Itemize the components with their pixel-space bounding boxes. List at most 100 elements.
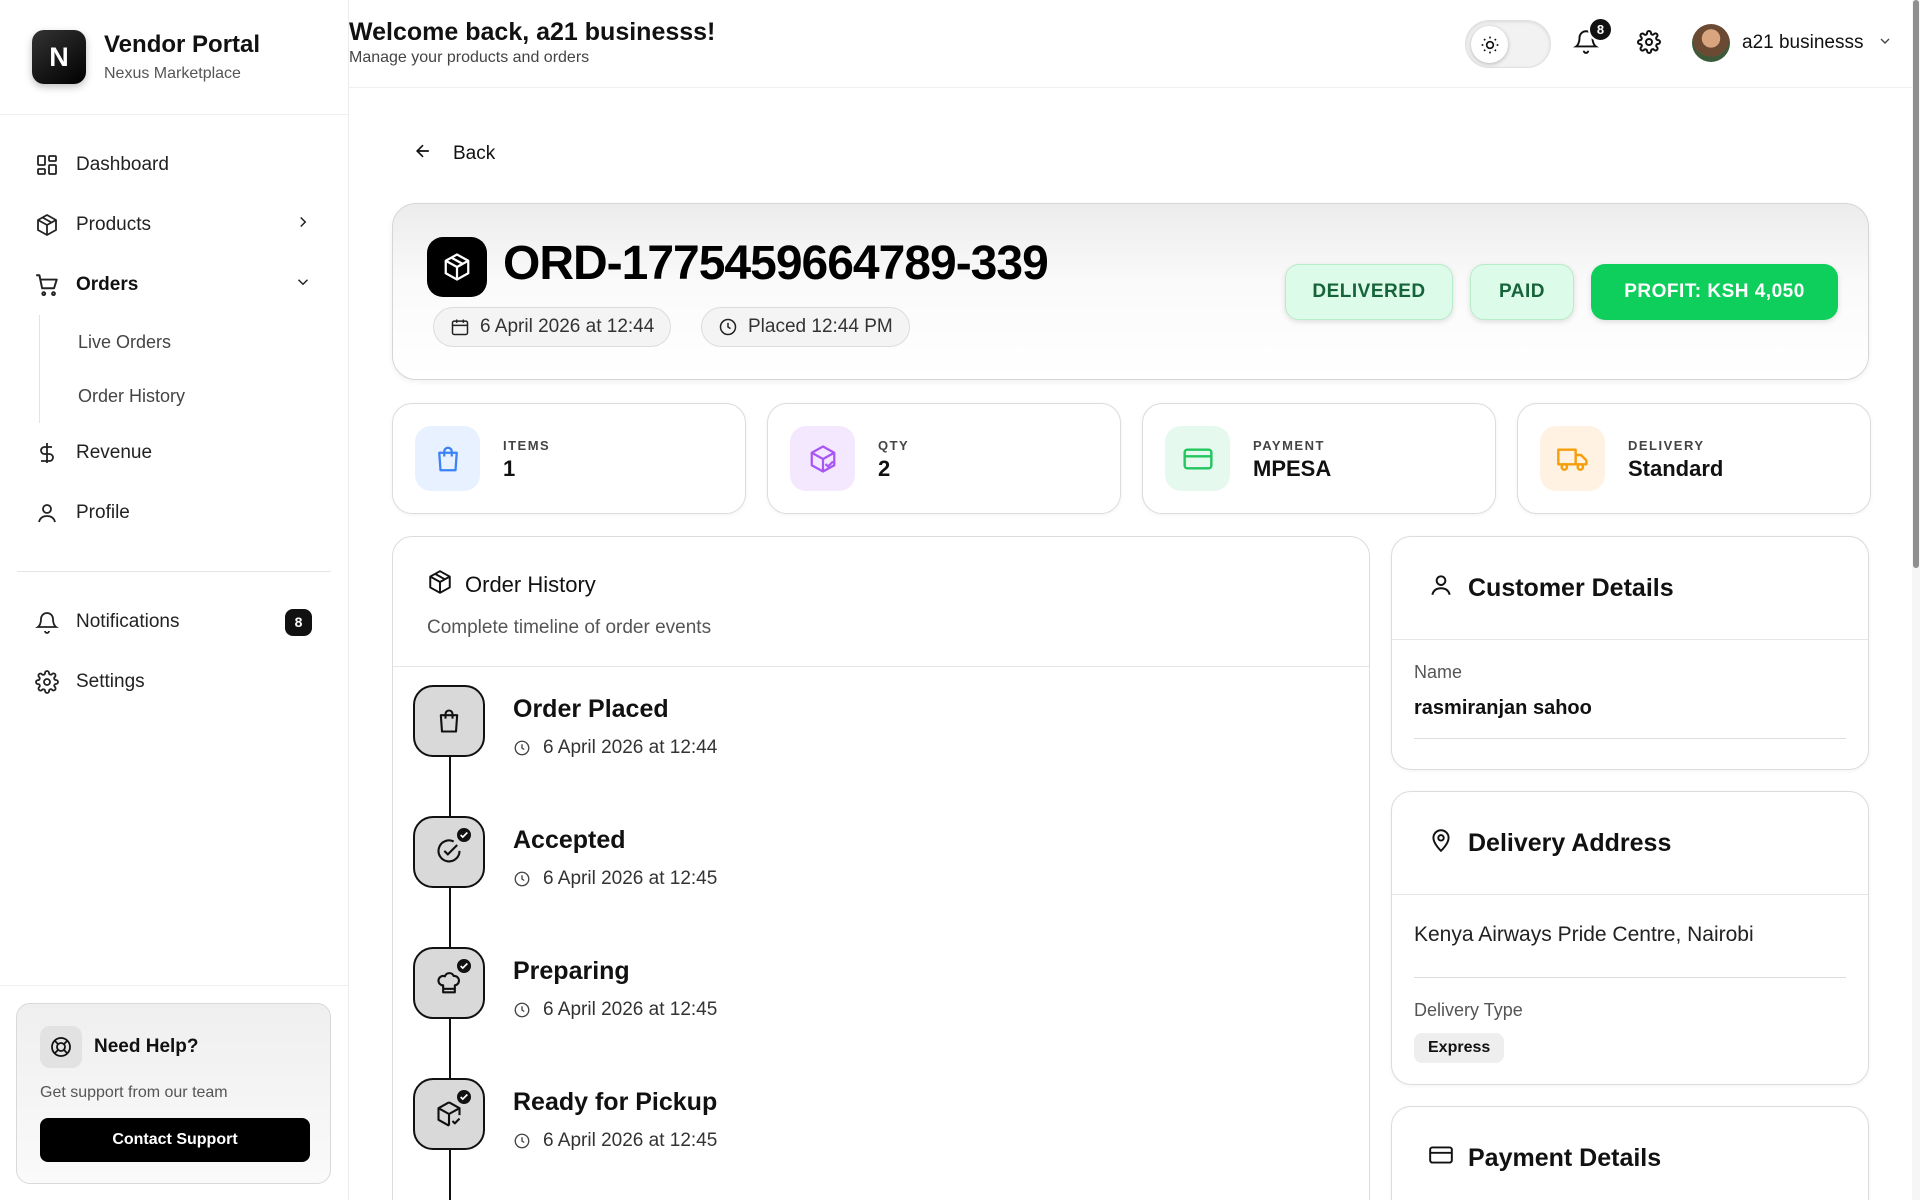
delivery-status-badge: DELIVERED [1285,264,1453,320]
stat-card-items: ITEMS 1 [392,403,746,514]
help-section: Need Help? Get support from our team Con… [0,985,349,1200]
package-check-icon [790,426,855,491]
clock-icon [513,1001,531,1019]
timeline-event: Preparing 6 April 2026 at 12:45 [393,929,1369,1049]
timeline-event-time: 6 April 2026 at 12:45 [543,999,718,1020]
order-id: ORD-1775459664789-339 [503,237,1049,290]
brand[interactable]: N Vendor Portal Nexus Marketplace [0,0,348,115]
help-title: Need Help? [94,1036,199,1057]
sidebar-item-settings[interactable]: Settings [0,652,348,712]
clock-icon [513,870,531,888]
scrollbar[interactable] [1912,0,1920,1200]
stat-value: MPESA [1253,456,1332,481]
chevron-right-icon [294,213,312,237]
sidebar-item-notifications[interactable]: Notifications 8 [0,592,348,652]
sidebar-item-label: Products [76,214,151,235]
map-pin-icon [1428,827,1454,860]
sidebar-subitem-order-history[interactable]: Order History [40,369,348,423]
clock-icon [718,317,738,337]
back-button[interactable]: Back [413,141,495,167]
orders-submenu: Live Orders Order History [39,315,348,423]
customer-details-card: Customer Details Name rasmiranjan sahoo [1391,536,1869,770]
check-icon [455,826,473,844]
bell-icon [34,609,60,635]
gear-icon [34,669,60,695]
user-icon [1428,572,1454,605]
order-placed-chip: Placed 12:44 PM [701,307,910,347]
brand-logo: N [32,30,86,84]
timeline-event: Accepted 6 April 2026 at 12:45 [393,798,1369,918]
sidebar-item-products[interactable]: Products [0,195,348,255]
sidebar-item-label: Revenue [76,442,153,463]
delivery-address-text: Kenya Airways Pride Centre, Nairobi [1414,917,1846,978]
package-icon [427,569,453,601]
order-history-card: Order History Complete timeline of order… [392,536,1370,1200]
help-subtitle: Get support from our team [40,1084,228,1101]
chef-hat-icon [413,947,485,1019]
nav-divider [17,571,331,572]
package-check-icon [413,1078,485,1150]
chevron-down-icon [1877,33,1893,54]
sidebar: N Vendor Portal Nexus Marketplace Dashbo… [0,0,349,1200]
scrollbar-thumb[interactable] [1913,0,1919,568]
vendor-portal-app: N Vendor Portal Nexus Marketplace Dashbo… [0,0,1920,1200]
payment-details-title: Payment Details [1468,1143,1662,1172]
contact-support-button[interactable]: Contact Support [40,1118,310,1162]
clock-icon [513,739,531,757]
stat-label: QTY [878,438,910,453]
stat-card-payment: PAYMENT MPESA [1142,403,1496,514]
stat-value: 2 [878,456,891,481]
stat-value: Standard [1628,456,1724,481]
credit-card-icon [1165,426,1230,491]
sidebar-item-label: Settings [76,671,145,692]
stat-card-qty: QTY 2 [767,403,1121,514]
customer-name: rasmiranjan sahoo [1414,697,1846,739]
customer-name-label: Name [1414,662,1463,682]
profit-badge: PROFIT: KSH 4,050 [1591,264,1838,320]
order-history-title: Order History [465,572,596,597]
sun-icon [1471,26,1508,63]
timeline-event: Ready for Pickup 6 April 2026 at 12:45 [393,1060,1369,1180]
check-icon [455,1088,473,1106]
layout-dashboard-icon [34,152,60,178]
shopping-bag-icon [415,426,480,491]
notification-count-badge: 8 [1588,17,1613,42]
shopping-bag-icon [413,685,485,757]
sidebar-item-profile[interactable]: Profile [0,483,348,543]
clock-icon [513,1132,531,1150]
stat-label: PAYMENT [1253,438,1325,453]
sidebar-item-orders[interactable]: Orders [0,255,348,315]
shopping-cart-icon [34,272,60,298]
sidebar-item-revenue[interactable]: Revenue [0,423,348,483]
order-date: 6 April 2026 at 12:44 [480,316,655,337]
timeline-event-time: 6 April 2026 at 12:44 [543,737,718,758]
stat-label: DELIVERY [1628,438,1705,453]
welcome-title: Welcome back, a21 businesss! [349,18,716,46]
delivery-address-card: Delivery Address Kenya Airways Pride Cen… [1391,791,1869,1085]
settings-gear-icon[interactable] [1637,30,1663,56]
stat-value: 1 [503,456,516,481]
timeline-event-title: Ready for Pickup [513,1088,718,1116]
top-header: Welcome back, a21 businesss! Manage your… [349,0,1920,88]
sidebar-item-label: Orders [76,274,139,295]
dollar-sign-icon [34,440,60,466]
notifications-count-badge: 8 [285,608,312,636]
user-icon [34,500,60,526]
user-menu[interactable]: a21 businesss [1692,24,1893,62]
order-header-card: ORD-1775459664789-339 6 April 2026 at 12… [392,203,1869,380]
stat-card-delivery: DELIVERY Standard [1517,403,1871,514]
welcome-subtitle: Manage your products and orders [349,49,590,66]
theme-toggle[interactable] [1465,20,1551,68]
sidebar-item-label: Dashboard [76,154,169,175]
sidebar-subitem-live-orders[interactable]: Live Orders [40,315,348,369]
timeline-event-title: Preparing [513,957,630,985]
brand-title: Vendor Portal [104,31,261,58]
order-placed-time: Placed 12:44 PM [748,316,893,337]
payment-status-badge: PAID [1470,264,1574,320]
truck-icon [1540,426,1605,491]
delivery-type-tag: Express [1414,1033,1505,1063]
credit-card-icon [1428,1142,1454,1175]
order-history-subtitle: Complete timeline of order events [427,617,712,638]
customer-details-title: Customer Details [1468,573,1674,602]
sidebar-item-dashboard[interactable]: Dashboard [0,135,348,195]
